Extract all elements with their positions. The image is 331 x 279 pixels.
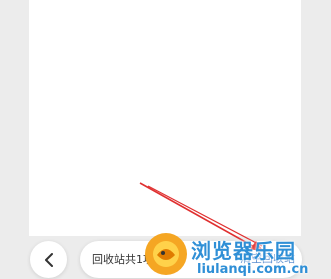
- empty-content-card: [29, 0, 301, 236]
- watermark-url: liulanqi.com.cn: [197, 262, 309, 277]
- chevron-left-icon: [44, 252, 53, 267]
- watermark-logo-icon: [145, 233, 187, 275]
- watermark-title: 浏览器乐园: [191, 239, 296, 263]
- back-button[interactable]: [30, 241, 67, 278]
